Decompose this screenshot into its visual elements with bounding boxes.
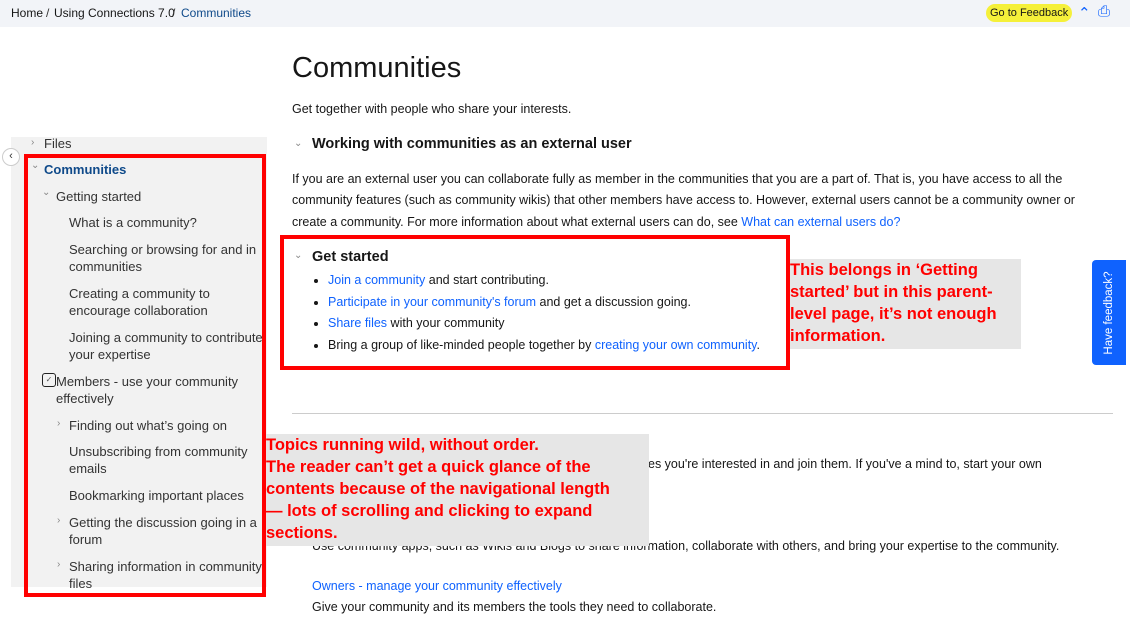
annotation-note-left: Topics running wild, without order. The … bbox=[266, 434, 649, 546]
external-users-link[interactable]: What can external users do? bbox=[741, 215, 900, 229]
have-feedback-label: Have feedback? bbox=[1103, 270, 1115, 355]
external-text-line: If you are an external user you can coll… bbox=[292, 172, 1063, 186]
owners-link[interactable]: Owners - manage your community effective… bbox=[312, 576, 562, 597]
external-text-line: community features (such as community wi… bbox=[292, 193, 1075, 207]
external-user-heading[interactable]: Working with communities as an external … bbox=[312, 136, 632, 152]
chevron-right-icon[interactable]: › bbox=[31, 137, 34, 148]
annotation-note-right: This belongs in ‘Getting started’ but in… bbox=[790, 259, 1021, 349]
chevron-down-icon[interactable]: ⌄ bbox=[294, 138, 302, 149]
annotation-line: started’ but in this parent- bbox=[790, 283, 993, 301]
annotation-line: contents because of the navigational len… bbox=[266, 480, 610, 498]
annotation-line: sections. bbox=[266, 524, 338, 542]
annotation-line: The reader can’t get a quick glance of t… bbox=[266, 458, 591, 476]
owners-description: Give your community and its members the … bbox=[312, 600, 717, 614]
collapse-up-icon[interactable]: ⌃ bbox=[1078, 4, 1091, 22]
sidebar-collapse-icon[interactable]: ‹ bbox=[2, 148, 20, 166]
have-feedback-tab[interactable]: Have feedback? bbox=[1092, 260, 1126, 365]
breadcrumb-communities[interactable]: Communities bbox=[181, 6, 251, 20]
external-text: create a community. For more information… bbox=[292, 215, 742, 229]
divider bbox=[292, 413, 1113, 414]
print-icon[interactable]: ⎙ bbox=[1098, 3, 1110, 20]
partial-text: es you're interested in and join them. I… bbox=[648, 457, 1042, 471]
annotation-line: level page, it’s not enough bbox=[790, 305, 997, 323]
annotation-box-sidebar bbox=[24, 154, 266, 597]
breadcrumb-using-connections[interactable]: Using Connections 7.0 bbox=[54, 6, 175, 20]
breadcrumb-separator: / bbox=[172, 6, 176, 20]
page-title: Communities bbox=[292, 52, 462, 84]
breadcrumb-separator: / bbox=[46, 6, 50, 20]
external-text-line: create a community. For more information… bbox=[292, 212, 900, 233]
annotation-line: Topics running wild, without order. bbox=[266, 436, 539, 454]
annotation-box-get-started bbox=[280, 235, 790, 370]
sidebar-item-files[interactable]: Files bbox=[44, 135, 71, 152]
annotation-line: This belongs in ‘Getting bbox=[790, 261, 978, 279]
annotation-line: — lots of scrolling and clicking to expa… bbox=[266, 502, 593, 520]
breadcrumb-home[interactable]: Home bbox=[11, 6, 43, 20]
annotation-line: information. bbox=[790, 327, 886, 345]
intro-text: Get together with people who share your … bbox=[292, 102, 572, 116]
go-to-feedback-button[interactable]: Go to Feedback bbox=[986, 4, 1073, 22]
